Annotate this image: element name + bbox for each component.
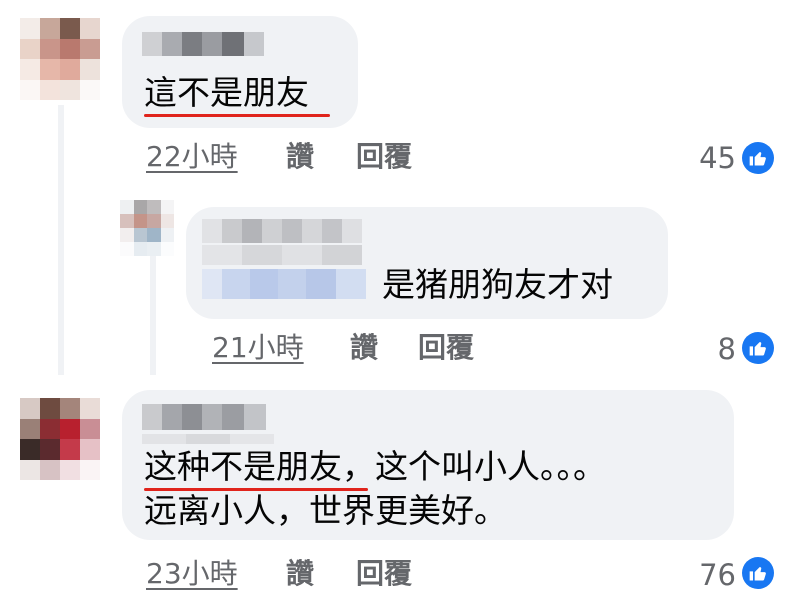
like-button[interactable]: 讚 <box>350 331 378 365</box>
avatar[interactable] <box>120 200 174 256</box>
reaction-count[interactable]: 76 <box>660 558 736 592</box>
thumbs-up-icon[interactable] <box>742 332 774 364</box>
comment-timestamp[interactable]: 22小時 <box>146 140 238 174</box>
comment-text: 是猪朋狗友才对 <box>382 265 613 304</box>
comment-text-line1: 这种不是朋友，这个叫小人。。。 <box>144 446 606 488</box>
blurred-author-name <box>142 404 266 430</box>
thumbs-up-icon[interactable] <box>742 142 774 174</box>
thumbs-up-icon[interactable] <box>742 557 774 589</box>
blurred-author-name <box>142 32 264 56</box>
like-button[interactable]: 讚 <box>286 557 314 591</box>
highlight-underline <box>144 114 330 117</box>
reaction-count[interactable]: 8 <box>680 332 736 366</box>
comment-text-line2: 远离小人，世界更美好。 <box>144 491 507 530</box>
comment-text: 這不是朋友 <box>144 73 309 112</box>
comment-timestamp[interactable]: 23小時 <box>146 557 238 591</box>
blurred-user-tag <box>202 269 366 299</box>
blurred-author-name <box>142 434 274 444</box>
reply-button[interactable]: 回覆 <box>418 331 474 365</box>
blurred-author-name <box>202 219 362 243</box>
comment-text-highlight: 这种不是朋友 <box>144 447 342 486</box>
avatar[interactable] <box>20 18 100 100</box>
thread-connector-line <box>58 105 64 375</box>
reaction-count[interactable]: 45 <box>660 141 736 175</box>
reply-button[interactable]: 回覆 <box>356 557 412 591</box>
blurred-author-name <box>202 245 362 265</box>
comment-text-rest: ，这个叫小人。。。 <box>342 447 606 486</box>
like-button[interactable]: 讚 <box>286 140 314 174</box>
reply-button[interactable]: 回覆 <box>356 140 412 174</box>
avatar[interactable] <box>20 398 100 480</box>
comment-timestamp[interactable]: 21小時 <box>212 331 304 365</box>
